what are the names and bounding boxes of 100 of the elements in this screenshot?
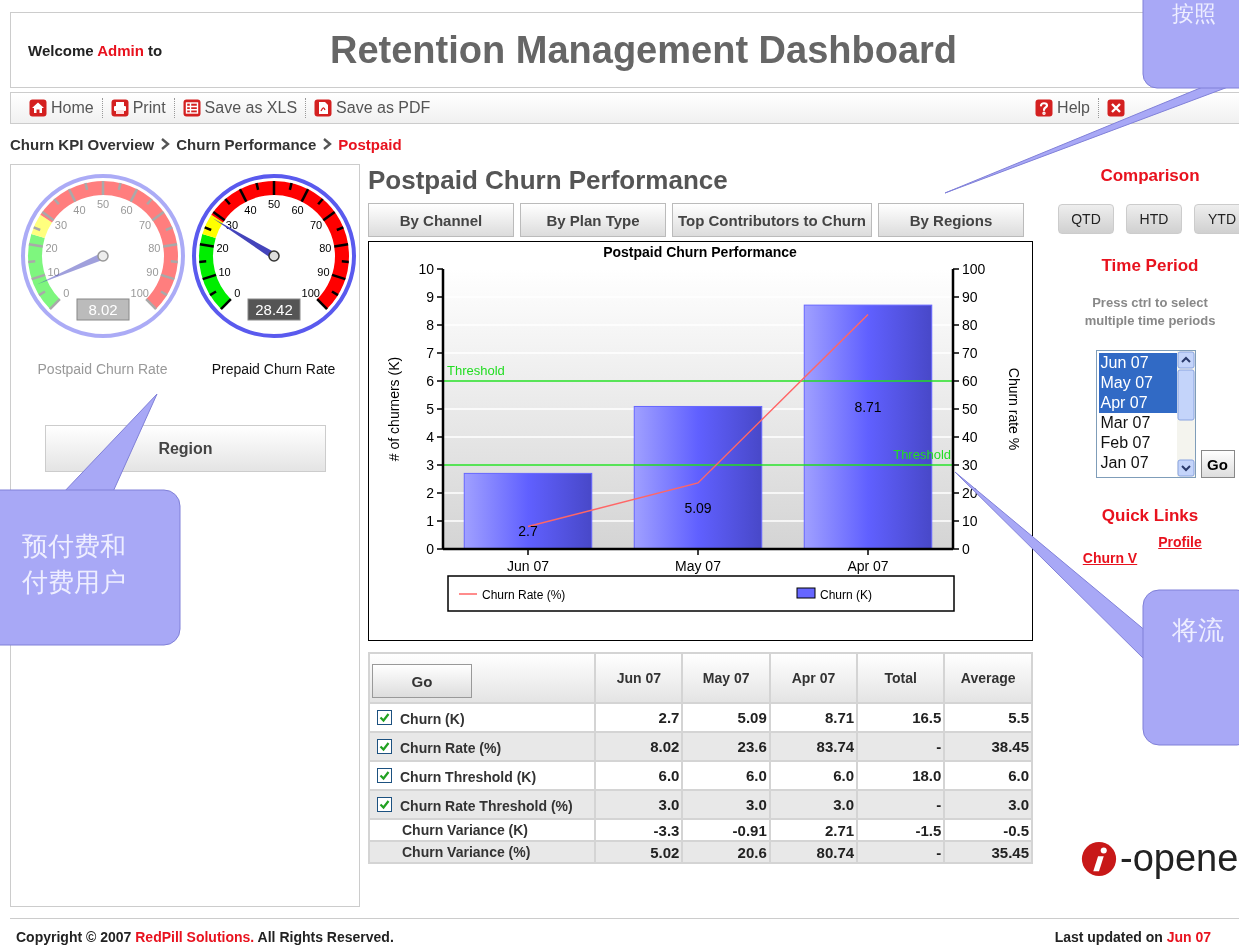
- list-option[interactable]: Jun 07: [1098, 353, 1177, 373]
- axis-label: 1: [426, 513, 434, 529]
- time-period-list[interactable]: Jun 07 May 07 Apr 07 Mar 07 Feb 07 Jan 07: [1095, 350, 1196, 478]
- list-option[interactable]: Mar 07: [1098, 413, 1177, 433]
- scale-label: 90: [145, 266, 159, 279]
- axis-label: 30: [962, 457, 978, 473]
- axis-label: 2: [426, 485, 434, 501]
- breadcrumb-link[interactable]: Postpaid: [338, 135, 402, 153]
- toolbar-button[interactable]: Home: [25, 99, 98, 117]
- row-label: Churn Variance (%): [401, 844, 531, 860]
- row-label: Churn Rate (%): [400, 739, 502, 756]
- axis-label: 8: [426, 317, 434, 333]
- column-header: May 07: [682, 653, 770, 703]
- checkbox[interactable]: [377, 797, 392, 812]
- chart-title: Postpaid Churn Performance: [603, 244, 797, 260]
- checkbox[interactable]: [377, 768, 392, 783]
- list-option[interactable]: Apr 07: [1098, 393, 1177, 413]
- section-heading: Comparison: [1100, 166, 1200, 186]
- axis-title: Churn rate %: [1006, 367, 1022, 451]
- table-cell: 2.7: [595, 703, 683, 732]
- comparison-button[interactable]: HTD: [1126, 204, 1182, 234]
- comparison-button[interactable]: YTD: [1194, 204, 1239, 234]
- table-cell: 6.0: [769, 761, 858, 790]
- axis-label: Jun 07: [507, 558, 549, 574]
- column-header: Total: [857, 653, 945, 703]
- scale-label: 0: [233, 286, 240, 299]
- checkbox[interactable]: [377, 739, 392, 754]
- legend-label: Churn Rate (%): [482, 588, 566, 602]
- checkbox[interactable]: [377, 710, 392, 725]
- list-option[interactable]: Jan 07: [1098, 453, 1177, 473]
- table-cell: 18.0: [857, 761, 945, 790]
- copyright-text: Copyright © 2007 RedPill Solutions. All Rights Reserved.: [16, 929, 394, 945]
- scale-label: 70: [138, 219, 151, 232]
- scale-label: 10: [217, 266, 231, 279]
- scale-label: 10: [46, 266, 60, 279]
- scale-label: 60: [120, 203, 133, 216]
- scale-label: 40: [243, 203, 256, 216]
- table-cell: 3.0: [944, 790, 1032, 819]
- axis-label: 100: [962, 261, 986, 277]
- go-button[interactable]: Go: [1200, 450, 1235, 478]
- table-cell: 8.02: [595, 732, 683, 761]
- table-cell: 5.5: [944, 703, 1032, 732]
- hint-text: Press ctrl to select multiple time periods: [1083, 294, 1217, 330]
- table-cell: 3.0: [769, 790, 858, 819]
- axis-label: May 07: [675, 558, 721, 574]
- logo-text: -opene: [1120, 837, 1239, 880]
- chevron-icon: [322, 138, 333, 150]
- quick-link[interactable]: Churn V: [1082, 550, 1138, 566]
- scrollbar[interactable]: [1176, 351, 1195, 477]
- axis-label: 5: [426, 401, 434, 417]
- page-title: Retention Management Dashboard: [330, 28, 958, 72]
- legend-swatch: [796, 587, 816, 599]
- tab-button[interactable]: By Plan Type: [520, 203, 666, 237]
- breadcrumb-link[interactable]: Churn Performance: [176, 135, 317, 153]
- axis-label: 0: [962, 541, 970, 557]
- scale-label: 80: [147, 241, 160, 254]
- welcome-text: Welcome Admin to: [27, 41, 164, 59]
- axis-label: 10: [418, 261, 434, 277]
- table-cell: 6.0: [682, 761, 770, 790]
- scale-label: 50: [267, 198, 280, 210]
- list-option[interactable]: May 07: [1098, 373, 1177, 393]
- table-cell: 6.0: [595, 761, 683, 790]
- last-updated-text: Last updated on Jun 07: [1054, 929, 1211, 945]
- scale-label: 80: [318, 241, 331, 254]
- breadcrumb-link[interactable]: Churn KPI Overview: [10, 135, 155, 153]
- axis-title: # of churners (K): [386, 356, 402, 462]
- help-icon: [1035, 99, 1054, 117]
- section-heading: Quick Links: [1101, 506, 1199, 526]
- row-label: Churn Threshold (K): [400, 768, 537, 785]
- toolbar-button[interactable]: Help: [1031, 99, 1094, 117]
- table-cell: 83.74: [769, 732, 858, 761]
- axis-label: 6: [426, 373, 434, 389]
- quick-link[interactable]: Profile: [1158, 534, 1202, 550]
- axis-label: 3: [426, 457, 434, 473]
- toolbar-button[interactable]: Save as PDF: [310, 99, 435, 117]
- printer-icon: [110, 99, 129, 117]
- go-button[interactable]: Go: [372, 664, 472, 698]
- table-cell: 5.09: [682, 703, 770, 732]
- tab-button[interactable]: Top Contributors to Churn: [672, 203, 872, 237]
- tab-button[interactable]: By Channel: [368, 203, 514, 237]
- data-label: 2.7: [518, 523, 538, 540]
- axis-label: 50: [962, 401, 978, 417]
- needle-hub: [96, 250, 109, 262]
- scale-label: 40: [72, 203, 85, 216]
- list-option[interactable]: Feb 07: [1098, 433, 1177, 453]
- data-label: 5.09: [684, 499, 712, 516]
- column-header: Jun 07: [595, 653, 683, 703]
- callout-text: 按照: [1172, 0, 1216, 28]
- tab-button[interactable]: By Regions: [878, 203, 1024, 237]
- row-label: Churn Rate Threshold (%): [400, 797, 573, 814]
- callout-text: 付费用户: [22, 566, 126, 599]
- toolbar-button[interactable]: Print: [106, 99, 170, 117]
- comparison-button[interactable]: QTD: [1058, 204, 1114, 234]
- table-cell: 23.6: [682, 732, 770, 761]
- scale-label: 0: [62, 286, 69, 299]
- home-icon: [29, 99, 47, 117]
- table-cell: 3.0: [682, 790, 770, 819]
- needle-hub: [267, 250, 280, 262]
- toolbar-button[interactable]: Save as XLS: [178, 99, 302, 117]
- document-icon: [314, 99, 333, 117]
